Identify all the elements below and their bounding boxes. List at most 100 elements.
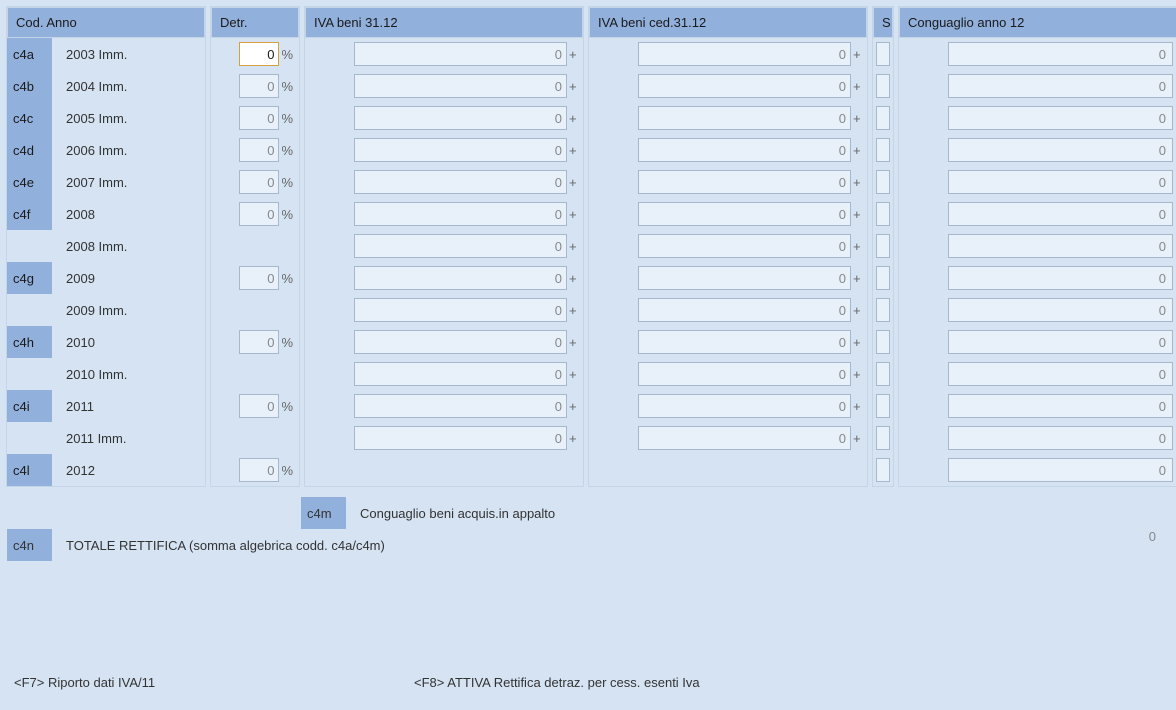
iva2-input[interactable] xyxy=(638,266,851,290)
totale-value: 0 xyxy=(938,529,1156,544)
iva2-input[interactable] xyxy=(638,330,851,354)
anno-label: 2009 Imm. xyxy=(52,303,205,318)
cong-input[interactable] xyxy=(948,298,1173,322)
iva1-input[interactable] xyxy=(354,106,567,130)
s-input[interactable] xyxy=(876,458,890,482)
iva1-input[interactable] xyxy=(354,394,567,418)
iva1-input[interactable] xyxy=(354,298,567,322)
iva2-cell: + xyxy=(589,230,867,262)
iva1-cell: + xyxy=(305,38,583,70)
iva1-input[interactable] xyxy=(354,202,567,226)
s-input[interactable] xyxy=(876,426,890,450)
code-cell xyxy=(7,422,52,454)
codanno-row: 2009 Imm. xyxy=(7,294,205,326)
s-input[interactable] xyxy=(876,298,890,322)
anno-label: 2004 Imm. xyxy=(52,79,205,94)
col-iva-beni-ced-3112: IVA beni ced.31.12 +++++++++++++ xyxy=(588,6,868,487)
cong-input[interactable] xyxy=(948,74,1173,98)
detr-input[interactable] xyxy=(239,202,279,226)
s-input[interactable] xyxy=(876,170,890,194)
anno-label: 2010 xyxy=(52,335,205,350)
detr-input[interactable] xyxy=(239,266,279,290)
s-input[interactable] xyxy=(876,74,890,98)
codanno-row: c4f2008 xyxy=(7,198,205,230)
detr-input[interactable] xyxy=(239,74,279,98)
s-cell xyxy=(873,102,893,134)
s-input[interactable] xyxy=(876,42,890,66)
col-detr: Detr. %%%%%%%%%% xyxy=(210,6,300,487)
cong-input[interactable] xyxy=(948,266,1173,290)
cong-input[interactable] xyxy=(948,42,1173,66)
s-input[interactable] xyxy=(876,394,890,418)
s-input[interactable] xyxy=(876,202,890,226)
cong-input[interactable] xyxy=(948,394,1173,418)
code-cell: c4b xyxy=(7,70,52,102)
cong-cell xyxy=(899,326,1176,358)
iva1-input[interactable] xyxy=(354,266,567,290)
cong-cell xyxy=(899,70,1176,102)
anno-label: 2011 xyxy=(52,399,205,414)
iva1-input[interactable] xyxy=(354,170,567,194)
iva1-input[interactable] xyxy=(354,362,567,386)
footer-f7[interactable]: <F7> Riporto dati IVA/11 xyxy=(14,675,414,690)
cong-input[interactable] xyxy=(948,458,1173,482)
iva2-input[interactable] xyxy=(638,362,851,386)
cong-input[interactable] xyxy=(948,138,1173,162)
iva2-input[interactable] xyxy=(638,42,851,66)
cong-input[interactable] xyxy=(948,426,1173,450)
codanno-row: c4a2003 Imm. xyxy=(7,38,205,70)
cong-input[interactable] xyxy=(948,202,1173,226)
plus-label: + xyxy=(569,239,579,254)
anno-label: 2008 Imm. xyxy=(52,239,205,254)
cong-input[interactable] xyxy=(948,234,1173,258)
iva1-input[interactable] xyxy=(354,138,567,162)
s-input[interactable] xyxy=(876,362,890,386)
header-s: S xyxy=(873,7,893,38)
cong-input[interactable] xyxy=(948,330,1173,354)
cong-cell xyxy=(899,358,1176,390)
detr-input[interactable] xyxy=(239,42,279,66)
iva1-input[interactable] xyxy=(354,74,567,98)
footer-f8[interactable]: <F8> ATTIVA Rettifica detraz. per cess. … xyxy=(414,675,1162,690)
code-cell: c4i xyxy=(7,390,52,422)
iva2-input[interactable] xyxy=(638,298,851,322)
detr-input[interactable] xyxy=(239,106,279,130)
iva2-input[interactable] xyxy=(638,106,851,130)
iva1-input[interactable] xyxy=(354,426,567,450)
iva2-input[interactable] xyxy=(638,202,851,226)
iva2-input[interactable] xyxy=(638,234,851,258)
detr-input[interactable] xyxy=(239,458,279,482)
iva2-input[interactable] xyxy=(638,74,851,98)
s-input[interactable] xyxy=(876,138,890,162)
detr-cell: % xyxy=(211,134,299,166)
totale-row: c4n TOTALE RETTIFICA (somma algebrica co… xyxy=(7,529,385,561)
plus-label: + xyxy=(569,271,579,286)
detr-input[interactable] xyxy=(239,330,279,354)
iva1-input[interactable] xyxy=(354,42,567,66)
iva2-input[interactable] xyxy=(638,138,851,162)
cong-input[interactable] xyxy=(948,170,1173,194)
iva2-input[interactable] xyxy=(638,170,851,194)
iva1-cell: + xyxy=(305,358,583,390)
totale-code: c4n xyxy=(7,529,52,561)
plus-label: + xyxy=(853,399,863,414)
detr-input[interactable] xyxy=(239,394,279,418)
iva2-input[interactable] xyxy=(638,426,851,450)
iva2-input[interactable] xyxy=(638,394,851,418)
s-cell xyxy=(873,134,893,166)
cong-input[interactable] xyxy=(948,106,1173,130)
s-input[interactable] xyxy=(876,330,890,354)
s-input[interactable] xyxy=(876,106,890,130)
detr-input[interactable] xyxy=(239,138,279,162)
s-cell xyxy=(873,390,893,422)
anno-label: 2012 xyxy=(52,463,205,478)
percent-label: % xyxy=(281,47,293,62)
iva1-input[interactable] xyxy=(354,330,567,354)
s-input[interactable] xyxy=(876,234,890,258)
iva1-cell: + xyxy=(305,70,583,102)
plus-label: + xyxy=(853,367,863,382)
cong-input[interactable] xyxy=(948,362,1173,386)
detr-input[interactable] xyxy=(239,170,279,194)
iva1-input[interactable] xyxy=(354,234,567,258)
s-input[interactable] xyxy=(876,266,890,290)
